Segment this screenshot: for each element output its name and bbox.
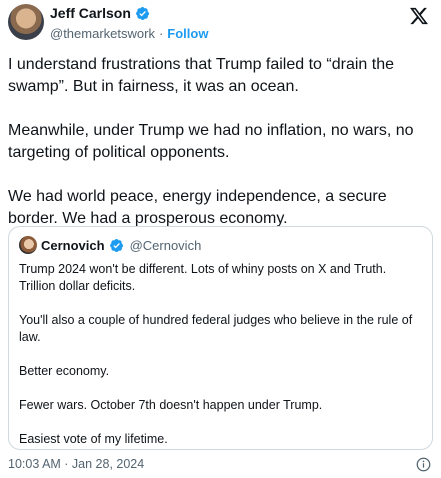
author-name[interactable]: Jeff Carlson <box>50 4 131 22</box>
tweet-body: I understand frustrations that Trump fai… <box>8 54 433 252</box>
x-logo-icon[interactable] <box>409 6 429 26</box>
quoted-author-row: Cernovich @Cernovich <box>19 236 201 254</box>
quoted-author-name: Cernovich <box>41 237 105 253</box>
quoted-paragraph: Easiest vote of my lifetime. <box>19 432 168 446</box>
author-block: Jeff Carlson @themarketswork · Follow <box>50 4 208 42</box>
quoted-paragraph: Better economy. <box>19 364 110 378</box>
author-handle-row: @themarketswork · Follow <box>50 24 208 42</box>
quoted-tweet-body: Trump 2024 won't be different. Lots of w… <box>19 261 424 465</box>
author-avatar[interactable] <box>8 4 44 40</box>
quoted-paragraph: You'll also a couple of hundred federal … <box>19 313 413 344</box>
separator-dot: · <box>158 25 164 41</box>
tweet-timestamp[interactable]: 10:03 AM · Jan 28, 2024 <box>8 457 144 471</box>
quoted-paragraph: Trump 2024 won't be different. Lots of w… <box>19 262 387 293</box>
tweet-paragraph: Meanwhile, under Trump we had no inflati… <box>8 122 414 161</box>
info-icon[interactable] <box>416 457 431 472</box>
verified-badge-icon <box>136 6 150 20</box>
quoted-author-handle: @Cernovich <box>129 237 202 253</box>
tweet-paragraph: I understand frustrations that Trump fai… <box>8 56 394 95</box>
author-handle[interactable]: @themarketswork <box>50 26 155 41</box>
author-name-row: Jeff Carlson <box>50 4 208 22</box>
verified-badge-icon <box>109 238 123 252</box>
quoted-paragraph: Fewer wars. October 7th doesn't happen u… <box>19 398 323 412</box>
quoted-tweet[interactable]: Cernovich @Cernovich Trump 2024 won't be… <box>8 226 433 450</box>
tweet-paragraph: We had world peace, energy independence,… <box>8 188 387 227</box>
follow-button[interactable]: Follow <box>167 26 208 41</box>
quoted-author-avatar <box>19 236 37 254</box>
tweet-card: Jeff Carlson @themarketswork · Follow I … <box>0 0 441 478</box>
